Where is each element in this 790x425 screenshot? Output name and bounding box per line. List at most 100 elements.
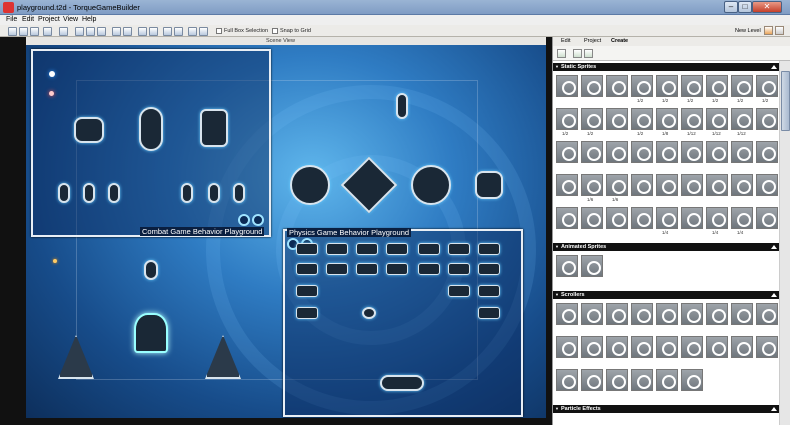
sprite-thumbnail[interactable] <box>731 336 753 358</box>
sprite-thumbnail[interactable] <box>756 141 778 163</box>
sprite-thumbnail[interactable] <box>656 174 678 196</box>
ring-tile-sprite[interactable] <box>411 165 451 205</box>
player-ship-sprite[interactable] <box>139 107 163 151</box>
view-icon[interactable] <box>199 27 208 36</box>
sprite-thumbnail[interactable] <box>556 369 578 391</box>
menu-view[interactable]: View <box>63 16 78 23</box>
save-icon[interactable] <box>30 27 39 36</box>
physics-block-sprite[interactable] <box>478 263 500 275</box>
sprite-thumbnail[interactable]: 1/2 <box>731 75 753 103</box>
sprite-thumbnail[interactable]: 1/12 <box>731 108 753 136</box>
scene-canvas[interactable]: Combat Game Behavior Playground Physics … <box>26 45 546 418</box>
copy-icon[interactable] <box>86 27 95 36</box>
physics-block-sprite[interactable] <box>356 243 378 255</box>
close-button[interactable]: ✕ <box>752 1 782 13</box>
image-map-icon[interactable] <box>557 49 566 58</box>
sprite-thumbnail[interactable]: 1/2 <box>631 75 653 103</box>
physics-block-sprite[interactable] <box>326 243 348 255</box>
physics-block-sprite[interactable] <box>478 243 500 255</box>
tab-project[interactable]: Project <box>584 38 601 44</box>
small-ship-sprite[interactable] <box>83 183 95 203</box>
sprite-thumbnail[interactable] <box>706 336 728 358</box>
shield-tile-sprite[interactable] <box>290 165 330 205</box>
sprite-thumbnail[interactable] <box>681 141 703 163</box>
animation-icon[interactable] <box>573 49 582 58</box>
play-icon[interactable] <box>138 27 147 36</box>
hex-tile-sprite[interactable] <box>475 171 503 199</box>
sprite-thumbnail[interactable] <box>606 369 628 391</box>
sprite-thumbnail[interactable] <box>606 75 628 97</box>
maximize-button[interactable]: □ <box>738 1 752 13</box>
zoom-in-icon[interactable] <box>163 27 172 36</box>
sprite-thumbnail[interactable] <box>556 141 578 163</box>
small-ship-sprite[interactable] <box>233 183 245 203</box>
sprite-thumbnail[interactable] <box>631 369 653 391</box>
menu-file[interactable]: File <box>6 16 17 23</box>
sprite-thumbnail[interactable] <box>731 303 753 325</box>
zoom-in-icon[interactable] <box>238 214 250 226</box>
sprite-thumbnail[interactable] <box>556 174 578 196</box>
light-orb[interactable] <box>53 259 57 263</box>
menu-project[interactable]: Project <box>38 16 60 23</box>
physics-block-sprite[interactable] <box>418 263 440 275</box>
sprite-thumbnail[interactable] <box>681 207 703 229</box>
sprite-thumbnail[interactable]: 1/2 <box>681 75 703 103</box>
sprite-thumbnail[interactable] <box>656 141 678 163</box>
small-ship-sprite[interactable] <box>108 183 120 203</box>
static-sprites-header[interactable]: Static Sprites <box>553 63 779 71</box>
vertical-scrollbar[interactable] <box>779 61 790 425</box>
physics-block-sprite[interactable] <box>478 285 500 297</box>
zoom-out-icon[interactable] <box>252 214 264 226</box>
sprite-thumbnail[interactable] <box>606 336 628 358</box>
open-folder-icon[interactable] <box>19 27 28 36</box>
sprite-thumbnail[interactable] <box>656 336 678 358</box>
physics-block-sprite[interactable] <box>296 307 318 319</box>
sprite-thumbnail[interactable] <box>606 141 628 163</box>
sprite-thumbnail[interactable]: 1/8 <box>656 108 678 136</box>
cut-icon[interactable] <box>75 27 84 36</box>
glowing-ship-sprite[interactable] <box>134 313 168 353</box>
physics-block-sprite[interactable] <box>356 263 378 275</box>
sprite-thumbnail[interactable] <box>556 207 578 229</box>
full-box-selection-checkbox[interactable] <box>216 28 222 34</box>
enemy-ship-sprite[interactable] <box>74 117 104 143</box>
redo-icon[interactable] <box>123 27 132 36</box>
sprite-thumbnail[interactable]: 1/12 <box>681 108 703 136</box>
menu-help[interactable]: Help <box>82 16 96 23</box>
sprite-thumbnail[interactable] <box>556 255 578 277</box>
physics-block-sprite[interactable] <box>448 243 470 255</box>
new-level-icon[interactable] <box>764 26 773 35</box>
new-file-icon[interactable] <box>8 27 17 36</box>
physics-block-sprite[interactable] <box>448 263 470 275</box>
sprite-thumbnail[interactable]: 1/2 <box>706 75 728 103</box>
small-ship-sprite[interactable] <box>396 93 408 119</box>
minimize-button[interactable]: – <box>724 1 738 13</box>
small-ship-sprite[interactable] <box>208 183 220 203</box>
project-icon[interactable] <box>43 27 52 36</box>
save-level-icon[interactable] <box>59 27 68 36</box>
sprite-thumbnail[interactable] <box>556 303 578 325</box>
turret-sprite[interactable] <box>200 109 228 147</box>
sprite-thumbnail[interactable] <box>631 303 653 325</box>
physics-block-sprite[interactable] <box>296 263 318 275</box>
undo-icon[interactable] <box>112 27 121 36</box>
sprite-thumbnail[interactable] <box>681 369 703 391</box>
sprite-thumbnail[interactable] <box>731 141 753 163</box>
sprite-thumbnail[interactable] <box>606 207 628 229</box>
small-ship-sprite[interactable] <box>58 183 70 203</box>
build-icon[interactable] <box>149 27 158 36</box>
sprite-thumbnail[interactable] <box>706 174 728 196</box>
sprite-thumbnail[interactable]: 1/2 <box>556 108 578 136</box>
tab-edit[interactable]: Edit <box>561 38 570 44</box>
sprite-thumbnail[interactable]: 1/12 <box>706 108 728 136</box>
sprite-thumbnail[interactable]: 1/6 <box>606 174 628 202</box>
sprite-thumbnail[interactable] <box>556 75 578 97</box>
sprite-thumbnail[interactable]: 1/6 <box>581 174 603 202</box>
paste-icon[interactable] <box>97 27 106 36</box>
sprite-thumbnail[interactable] <box>756 174 778 196</box>
light-orb[interactable] <box>49 71 55 77</box>
paddle-sprite[interactable] <box>380 375 424 391</box>
physics-block-sprite[interactable] <box>448 285 470 297</box>
sprite-thumbnail[interactable]: 1/2 <box>656 75 678 103</box>
sprite-thumbnail[interactable] <box>581 255 603 277</box>
